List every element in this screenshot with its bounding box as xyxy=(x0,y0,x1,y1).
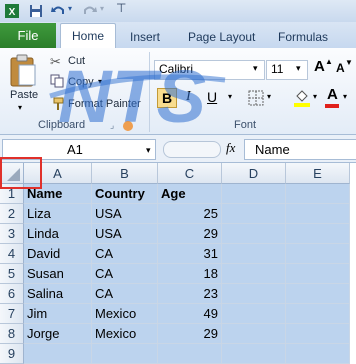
cell-e2[interactable] xyxy=(286,204,350,224)
cell-a3[interactable]: Linda xyxy=(24,224,92,244)
font-size-value: 11 xyxy=(271,62,284,76)
cell-c2[interactable]: 25 xyxy=(158,204,222,224)
cell-a2[interactable]: Liza xyxy=(24,204,92,224)
cell-e3[interactable] xyxy=(286,224,350,244)
cell-b1[interactable]: Country xyxy=(92,184,158,204)
column-header-b[interactable]: B xyxy=(92,163,158,184)
column-header-e[interactable]: E xyxy=(286,163,350,184)
cell-b7[interactable]: Mexico xyxy=(92,304,158,324)
font-group-label: Font xyxy=(234,119,257,131)
row-header-7[interactable]: 7 xyxy=(0,304,24,324)
fill-color-dropdown-icon[interactable]: ▾ xyxy=(313,92,317,101)
font-color-swatch xyxy=(325,104,339,108)
row-header-5[interactable]: 5 xyxy=(0,264,24,284)
tab-formulas[interactable]: Formulas xyxy=(278,26,328,48)
formula-input[interactable]: Name xyxy=(244,139,356,160)
borders-dropdown-icon[interactable]: ▾ xyxy=(267,92,271,101)
cell-a8[interactable]: Jorge xyxy=(24,324,92,344)
shrink-font-button[interactable]: A xyxy=(336,61,345,75)
cell-c6[interactable]: 23 xyxy=(158,284,222,304)
cell-e5[interactable] xyxy=(286,264,350,284)
cell-e7[interactable] xyxy=(286,304,350,324)
row-header-2[interactable]: 2 xyxy=(0,204,24,224)
nts-watermark-logo: NTS xyxy=(49,55,226,138)
cell-c9[interactable] xyxy=(158,344,222,364)
cell-d1[interactable] xyxy=(222,184,286,204)
cell-c7[interactable]: 49 xyxy=(158,304,222,324)
cell-c3[interactable]: 29 xyxy=(158,224,222,244)
customize-qat-icon[interactable]: ⊤ xyxy=(116,1,126,15)
formula-value: Name xyxy=(255,142,290,157)
cell-d3[interactable] xyxy=(222,224,286,244)
save-icon[interactable] xyxy=(28,3,44,19)
name-box-dropdown-icon[interactable]: ▾ xyxy=(146,141,151,160)
grow-font-arrow-icon: ▲ xyxy=(325,57,333,66)
font-color-button[interactable]: A xyxy=(327,86,338,103)
undo-icon[interactable] xyxy=(50,3,66,19)
cell-b8[interactable]: Mexico xyxy=(92,324,158,344)
cell-c4[interactable]: 31 xyxy=(158,244,222,264)
column-header-d[interactable]: D xyxy=(222,163,286,184)
highlight-annotation-box xyxy=(0,157,42,189)
paste-dropdown-icon[interactable]: ▾ xyxy=(18,103,22,112)
cell-b2[interactable]: USA xyxy=(92,204,158,224)
svg-text:X: X xyxy=(9,7,16,18)
cell-b3[interactable]: USA xyxy=(92,224,158,244)
cell-b5[interactable]: CA xyxy=(92,264,158,284)
row-header-6[interactable]: 6 xyxy=(0,284,24,304)
font-size-select[interactable]: 11 ▾ xyxy=(266,60,308,80)
cell-b9[interactable] xyxy=(92,344,158,364)
cell-d6[interactable] xyxy=(222,284,286,304)
borders-icon[interactable] xyxy=(248,90,264,106)
cell-c5[interactable]: 18 xyxy=(158,264,222,284)
cell-a7[interactable]: Jim xyxy=(24,304,92,324)
fill-color-icon[interactable] xyxy=(293,88,311,108)
cell-d4[interactable] xyxy=(222,244,286,264)
cell-e1[interactable] xyxy=(286,184,350,204)
cell-e4[interactable] xyxy=(286,244,350,264)
cell-b4[interactable]: CA xyxy=(92,244,158,264)
cell-e8[interactable] xyxy=(286,324,350,344)
formula-bar-splitter[interactable] xyxy=(163,141,221,158)
font-size-dropdown-icon[interactable]: ▾ xyxy=(296,63,301,74)
cell-d7[interactable] xyxy=(222,304,286,324)
row-header-9[interactable]: 9 xyxy=(0,344,24,364)
cell-a6[interactable]: Salina xyxy=(24,284,92,304)
cell-a5[interactable]: Susan xyxy=(24,264,92,284)
column-header-c[interactable]: C xyxy=(158,163,222,184)
cell-a4[interactable]: David xyxy=(24,244,92,264)
insert-function-button[interactable]: fx xyxy=(226,140,235,156)
redo-dropdown-icon[interactable]: ▾ xyxy=(100,4,104,13)
paste-icon[interactable] xyxy=(8,53,38,89)
undo-dropdown-icon[interactable]: ▾ xyxy=(68,4,72,13)
row-header-8[interactable]: 8 xyxy=(0,324,24,344)
grow-font-button[interactable]: A xyxy=(314,58,325,75)
cell-b6[interactable]: CA xyxy=(92,284,158,304)
cell-d5[interactable] xyxy=(222,264,286,284)
cell-d2[interactable] xyxy=(222,204,286,224)
paste-label[interactable]: Paste xyxy=(10,89,38,101)
font-color-dropdown-icon[interactable]: ▾ xyxy=(343,92,347,101)
cell-d8[interactable] xyxy=(222,324,286,344)
row-header-3[interactable]: 3 xyxy=(0,224,24,244)
cell-a9[interactable] xyxy=(24,344,92,364)
cell-e6[interactable] xyxy=(286,284,350,304)
cell-c8[interactable]: 29 xyxy=(158,324,222,344)
cell-e9[interactable] xyxy=(286,344,350,364)
cell-d9[interactable] xyxy=(222,344,286,364)
shrink-font-arrow-icon: ▼ xyxy=(345,58,353,67)
font-family-dropdown-icon[interactable]: ▾ xyxy=(253,63,258,74)
redo-icon[interactable] xyxy=(82,3,98,19)
excel-logo-icon: X xyxy=(5,4,19,18)
name-box-value: A1 xyxy=(67,142,83,157)
row-header-4[interactable]: 4 xyxy=(0,244,24,264)
cell-c1[interactable]: Age xyxy=(158,184,222,204)
quick-access-toolbar: X ▾ ▾ ⊤ xyxy=(0,0,356,22)
